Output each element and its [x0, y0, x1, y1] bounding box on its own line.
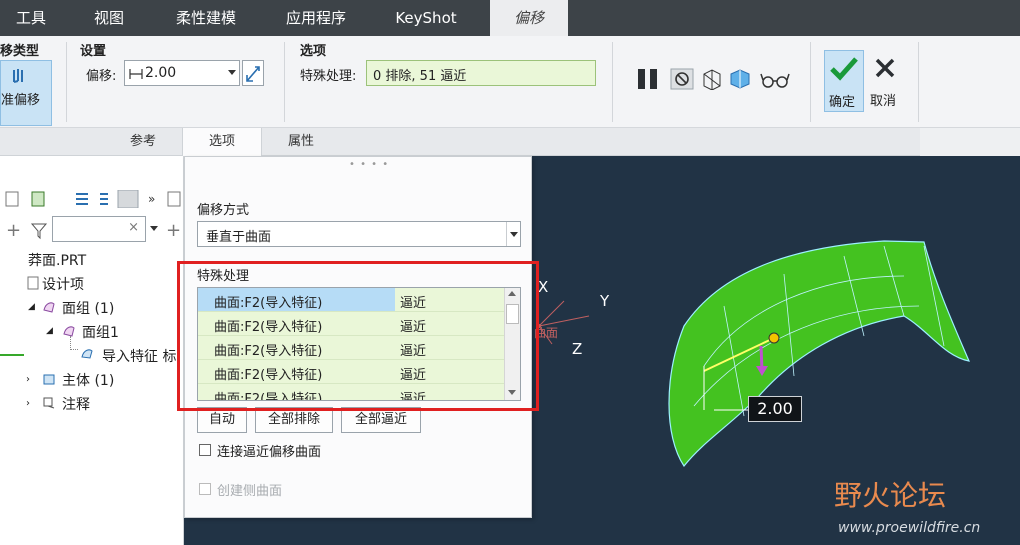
close-icon [875, 58, 895, 78]
tree-toolbar-icons: » [5, 190, 181, 208]
expand-icon[interactable]: › [26, 398, 30, 409]
separate-preview-icon[interactable] [700, 68, 724, 90]
tree-item-quilts[interactable]: 面组 (1) [62, 298, 114, 318]
special-handling-field[interactable]: 0 排除, 51 逼近 [366, 60, 596, 86]
settings-title: 设置 [80, 44, 107, 59]
tree-item-quilt1[interactable]: 面组1 [82, 322, 119, 342]
ribbon-divider [810, 42, 811, 122]
ribbon-divider [612, 42, 613, 122]
chevron-down-icon[interactable] [506, 222, 520, 246]
axis-y-label: Y [600, 292, 610, 310]
tab-keyshot[interactable]: KeyShot [380, 0, 472, 36]
ok-label: 确定 [829, 95, 856, 110]
ribbon-divider [918, 42, 919, 122]
options-title: 选项 [300, 44, 327, 59]
special-handling-value: 0 排除, 51 逼近 [373, 69, 467, 84]
no-preview-icon[interactable] [670, 68, 694, 90]
offset-type-title: 移类型 [0, 44, 40, 59]
create-side-surface-checkbox[interactable] [199, 483, 211, 495]
expand-icon[interactable]: ◢ [46, 326, 53, 336]
tab-properties[interactable]: 属性 [262, 128, 340, 156]
offset-ribbon: 移类型 准偏移 设置 偏移: 2.00 选项 特殊处理: 0 排除, 51 逼近 [0, 36, 1020, 128]
tree-divider [0, 354, 24, 356]
filter-icon[interactable] [30, 222, 48, 240]
tree-item-design-items[interactable]: 设计项 [42, 274, 84, 294]
body-icon [43, 374, 55, 385]
offset-dimension-label[interactable]: 2.00 [748, 396, 802, 422]
tree-item-import-feature[interactable]: 导入特征 标 [102, 346, 176, 366]
cancel-label: 取消 [870, 94, 897, 109]
axis-x-label: X [538, 278, 549, 296]
ok-button[interactable]: 确定 [824, 50, 864, 112]
offset-method-value: 垂直于曲面 [206, 230, 272, 245]
chevron-down-icon[interactable] [228, 70, 236, 75]
geometry-preview-icon[interactable] [728, 68, 752, 90]
tab-options[interactable]: 选项 [182, 128, 262, 156]
tree-filter-input[interactable]: × [52, 216, 146, 242]
flip-direction-icon [246, 66, 260, 82]
offset-label: 偏移: [86, 69, 117, 84]
offset-method-select[interactable]: 垂直于曲面 [197, 221, 521, 247]
tree-root-part[interactable]: 莽面.PRT [28, 250, 86, 270]
tab-flexible-modeling[interactable]: 柔性建模 [160, 0, 252, 36]
tree-connector [70, 336, 78, 350]
tab-view[interactable]: 视图 [74, 0, 144, 36]
tree-item-bodies[interactable]: 主体 (1) [62, 370, 114, 390]
ribbon-tab-bar: 工具 视图 柔性建模 应用程序 KeyShot 偏移 [0, 0, 1020, 36]
flip-direction-button[interactable] [242, 60, 264, 86]
standard-offset-label: 准偏移 [1, 93, 41, 108]
connect-approx-checkbox[interactable] [199, 444, 211, 456]
offset-value-input[interactable]: 2.00 [124, 60, 240, 86]
offset-method-label: 偏移方式 [197, 203, 250, 218]
add-icon[interactable]: + [166, 220, 181, 241]
annotation-icon [43, 397, 55, 409]
clear-icon[interactable]: × [128, 220, 139, 235]
create-side-surface-label: 创建侧曲面 [217, 484, 283, 499]
tree-item-annotations[interactable]: 注释 [62, 394, 90, 414]
standard-offset-button[interactable]: 准偏移 [0, 60, 52, 126]
tab-applications[interactable]: 应用程序 [270, 0, 362, 36]
tab-references[interactable]: 参考 [104, 128, 182, 156]
import-feature-icon [81, 349, 93, 359]
checkmark-icon [830, 57, 858, 81]
quilt-icon [43, 302, 55, 313]
highlight-box [177, 261, 539, 411]
dimension-icon [129, 69, 143, 79]
tab-offset[interactable]: 偏移 [490, 0, 568, 36]
cancel-button[interactable]: 取消 [866, 50, 906, 112]
watermark-title: 野火论坛 [834, 479, 947, 512]
ribbon-divider [284, 42, 285, 122]
model-tree: » + × + 莽面.PRT 设计项 ◢ 面组 (1) ◢ 面组1 导入特征 标… [0, 156, 184, 545]
dashboard-slideup-tabs: 参考 选项 属性 [0, 128, 920, 156]
svg-text:»: » [148, 192, 155, 206]
tab-tools[interactable]: 工具 [0, 0, 62, 36]
design-items-icon [27, 276, 39, 290]
expand-icon[interactable]: ◢ [28, 302, 35, 312]
add-icon[interactable]: + [6, 220, 21, 241]
special-handling-label: 特殊处理: [300, 69, 357, 84]
verify-glasses-icon[interactable] [760, 68, 790, 90]
standard-offset-icon [13, 69, 23, 83]
chevron-down-icon[interactable] [150, 226, 158, 231]
expand-icon[interactable]: › [26, 374, 30, 385]
ribbon-divider [66, 42, 67, 122]
offset-value: 2.00 [145, 65, 177, 81]
pause-icon[interactable] [636, 68, 662, 90]
connect-approx-label: 连接逼近偏移曲面 [217, 445, 322, 460]
drag-handle[interactable]: • • • • [349, 159, 389, 170]
watermark-url: www.proewildfire.cn [838, 520, 981, 536]
axis-z-label: Z [572, 340, 583, 358]
